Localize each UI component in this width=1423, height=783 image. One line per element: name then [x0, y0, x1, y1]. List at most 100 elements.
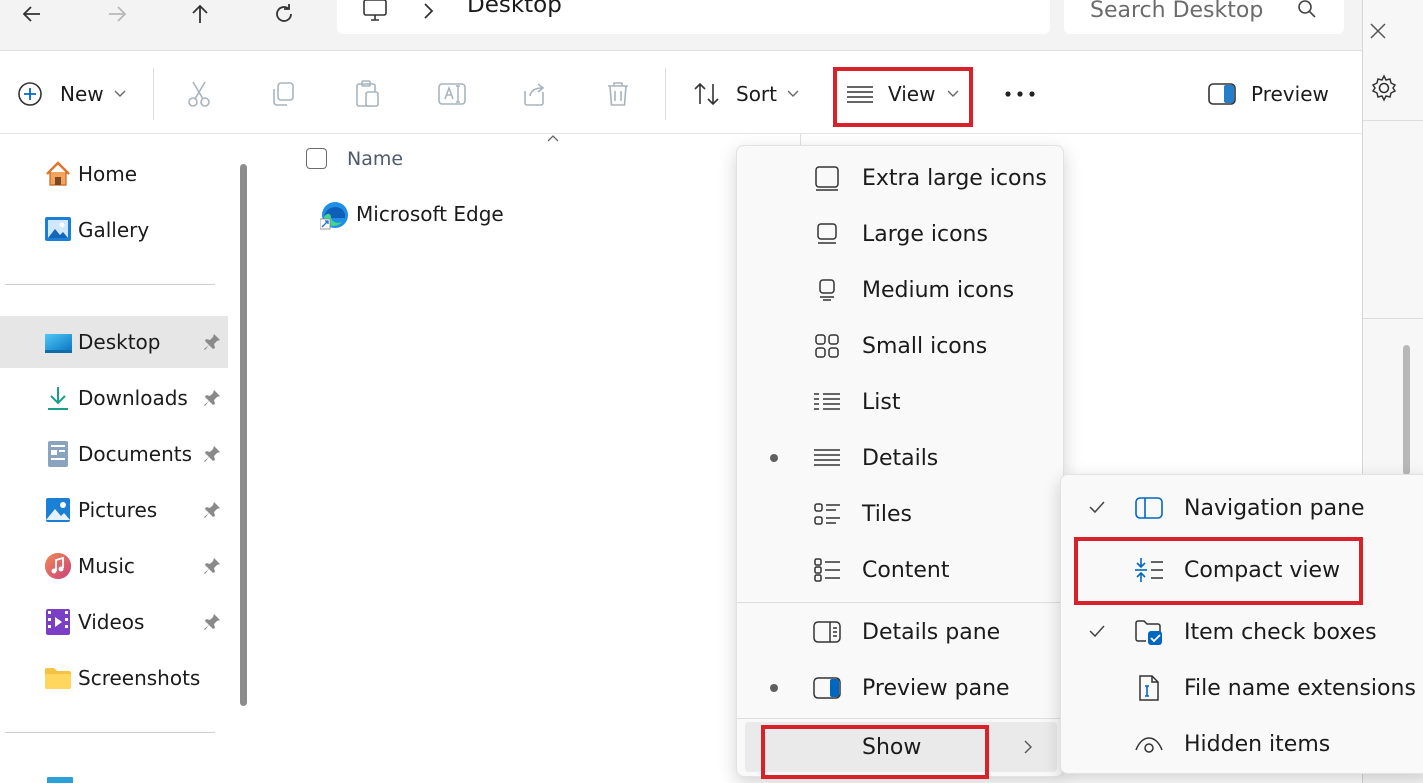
preview-pane-icon — [1208, 83, 1236, 105]
strip-scrollbar-thumb[interactable] — [1403, 345, 1410, 475]
navigation-pane-icon — [1134, 493, 1164, 523]
close-icon[interactable] — [1369, 22, 1387, 40]
pin-icon[interactable] — [202, 388, 222, 408]
menu-item-label: Extra large icons — [862, 165, 1047, 191]
pin-icon[interactable] — [202, 444, 222, 464]
menu-item-small-icons[interactable]: Small icons — [737, 318, 1063, 374]
sidebar-item-gallery[interactable]: Gallery — [0, 204, 228, 256]
document-icon — [48, 441, 68, 467]
sidebar-item-music[interactable]: Music — [0, 540, 228, 592]
list-view-icon — [812, 387, 842, 417]
forward-button[interactable] — [97, 0, 137, 28]
rename-button[interactable] — [437, 72, 467, 116]
delete-button[interactable] — [605, 72, 631, 116]
sidebar-item-label: Gallery — [78, 218, 150, 242]
address-location: Desktop — [467, 0, 562, 18]
share-button[interactable] — [521, 72, 549, 116]
sidebar-scrollbar-thumb[interactable] — [240, 164, 247, 706]
toolbar-divider — [665, 68, 666, 120]
menu-item-details-pane[interactable]: Details pane — [737, 604, 1063, 660]
refresh-button[interactable] — [264, 0, 304, 28]
search-placeholder: Search Desktop — [1090, 0, 1264, 23]
up-button[interactable] — [180, 0, 220, 28]
address-box[interactable]: Desktop — [337, 0, 1050, 34]
monitor-icon — [363, 0, 387, 21]
sidebar-item-screenshots[interactable]: Screenshots — [0, 652, 228, 704]
refresh-icon — [276, 4, 292, 22]
more-options-button[interactable] — [1004, 72, 1036, 116]
copy-icon — [273, 82, 294, 106]
menu-item-extra-large-icons[interactable]: Extra large icons — [737, 150, 1063, 206]
share-icon — [524, 83, 545, 106]
menu-item-medium-icons[interactable]: Medium icons — [737, 262, 1063, 318]
menu-item-content[interactable]: Content — [737, 542, 1063, 598]
plus-circle-icon — [18, 82, 42, 106]
pin-icon[interactable] — [202, 500, 222, 520]
chevron-down-icon — [787, 90, 799, 97]
view-button-highlight — [833, 67, 973, 127]
column-header-name[interactable]: Name — [347, 148, 403, 170]
gear-icon[interactable] — [1369, 73, 1399, 103]
menu-item-label: Preview pane — [862, 675, 1010, 701]
submenu-item-hidden-items[interactable]: Hidden items — [1061, 716, 1421, 772]
back-button[interactable] — [12, 0, 52, 28]
file-extension-icon — [1134, 673, 1164, 703]
strip-divider — [1363, 318, 1423, 319]
pin-icon[interactable] — [202, 332, 222, 352]
sidebar-divider — [5, 284, 215, 285]
select-all-checkbox[interactable] — [306, 148, 327, 169]
preview-button[interactable]: Preview — [1207, 72, 1329, 116]
edge-icon — [320, 202, 348, 230]
menu-item-details[interactable]: Details — [737, 430, 1063, 486]
menu-item-label: Hidden items — [1184, 731, 1331, 757]
show-item-highlight — [761, 725, 989, 779]
sidebar-item-documents[interactable]: Documents — [0, 428, 228, 480]
file-name: Microsoft Edge — [356, 202, 504, 226]
sidebar-item-videos[interactable]: Videos — [0, 596, 228, 648]
sidebar-item-label: Screenshots — [78, 666, 201, 690]
menu-item-label: Item check boxes — [1184, 619, 1377, 645]
compact-view-highlight — [1074, 537, 1363, 605]
picture-icon — [46, 498, 70, 522]
sidebar-item-desktop[interactable]: Desktop — [0, 316, 228, 368]
sidebar-item-pictures[interactable]: Pictures — [0, 484, 228, 536]
sidebar-item-downloads[interactable]: Downloads — [0, 372, 228, 424]
submenu-item-navigation-pane[interactable]: Navigation pane — [1061, 480, 1421, 536]
sidebar-item-label: Home — [78, 162, 138, 186]
paste-button[interactable] — [353, 72, 381, 116]
menu-item-label: File name extensions — [1184, 675, 1416, 701]
search-box[interactable]: Search Desktop — [1064, 0, 1344, 34]
menu-divider — [737, 602, 1063, 603]
new-button[interactable]: New — [16, 72, 126, 116]
search-icon — [1298, 0, 1316, 18]
menu-item-label: Tiles — [862, 501, 912, 527]
file-row[interactable]: Microsoft Edge — [318, 198, 738, 234]
sidebar-item-label: Downloads — [78, 386, 188, 410]
sidebar-item-label: Desktop — [78, 330, 161, 354]
sidebar-item-home[interactable]: Home — [0, 148, 228, 200]
show-submenu: Navigation pane Compact view Item check … — [1060, 474, 1423, 774]
menu-item-tiles[interactable]: Tiles — [737, 486, 1063, 542]
copy-button[interactable] — [269, 72, 297, 116]
submenu-item-file-name-extensions[interactable]: File name extensions — [1061, 660, 1421, 716]
submenu-item-item-check-boxes[interactable]: Item check boxes — [1061, 604, 1421, 660]
cut-button[interactable] — [185, 72, 213, 116]
sidebar-item-label: Documents — [78, 442, 193, 466]
video-icon — [46, 609, 70, 635]
home-icon — [46, 161, 70, 186]
menu-item-label: Content — [862, 557, 950, 583]
scissors-icon — [188, 81, 210, 107]
pin-icon[interactable] — [202, 556, 222, 576]
navigation-pane: Home Gallery Desktop Downloads Documents… — [0, 134, 247, 783]
menu-item-list[interactable]: List — [737, 374, 1063, 430]
folder-icon — [45, 668, 71, 689]
menu-item-large-icons[interactable]: Large icons — [737, 206, 1063, 262]
sort-button[interactable]: Sort — [692, 72, 799, 116]
check-icon — [1089, 625, 1105, 638]
more-dots-icon — [1005, 91, 1035, 97]
sidebar-item-label: Music — [78, 554, 135, 578]
sort-label: Sort — [736, 82, 777, 106]
menu-item-preview-pane[interactable]: Preview pane — [737, 660, 1063, 716]
pin-icon[interactable] — [202, 612, 222, 632]
eye-icon — [1134, 729, 1164, 759]
